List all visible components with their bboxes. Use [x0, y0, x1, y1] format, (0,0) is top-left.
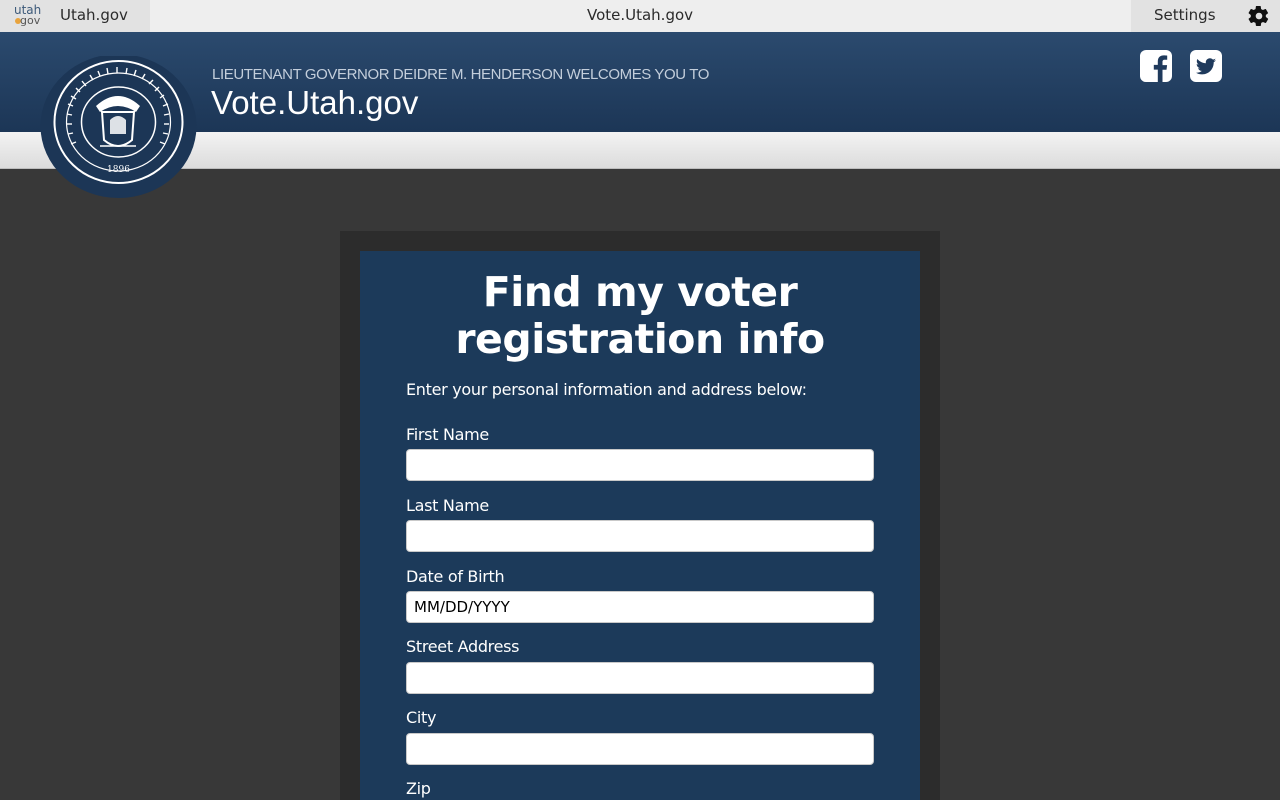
- voter-lookup-form: Find my voter registration info Enter yo…: [360, 251, 920, 800]
- last-name-field[interactable]: [406, 520, 874, 552]
- twitter-icon[interactable]: [1190, 50, 1222, 82]
- utah-state-seal-logo[interactable]: 1896: [40, 56, 197, 201]
- utah-gov-home-link[interactable]: utah gov Utah.gov: [0, 0, 150, 32]
- settings-button[interactable]: Settings: [1131, 0, 1280, 32]
- city-field[interactable]: [406, 733, 874, 765]
- logo-text-gov: gov: [20, 14, 41, 27]
- zip-label: Zip: [406, 779, 431, 798]
- city-label: City: [406, 708, 437, 727]
- date-of-birth-field[interactable]: [406, 591, 874, 623]
- form-intro: Enter your personal information and addr…: [406, 380, 807, 399]
- site-name: Vote.Utah.gov: [586, 6, 694, 24]
- facebook-icon[interactable]: [1140, 50, 1172, 82]
- street-address-label: Street Address: [406, 637, 520, 656]
- street-address-field[interactable]: [406, 662, 874, 694]
- settings-label: Settings: [1154, 6, 1216, 24]
- form-panel: Find my voter registration info Enter yo…: [340, 231, 940, 800]
- seal-year: 1896: [107, 165, 130, 175]
- top-utility-bar: utah gov Utah.gov Vote.Utah.gov Settings: [0, 0, 1280, 32]
- utah-gov-link[interactable]: Utah.gov: [60, 0, 128, 32]
- date-of-birth-label: Date of Birth: [406, 567, 505, 586]
- form-title: Find my voter registration info: [455, 268, 825, 363]
- header-site-title[interactable]: Vote.Utah.gov: [211, 84, 418, 122]
- utah-gov-logo: utah gov: [14, 4, 44, 28]
- last-name-label: Last Name: [406, 496, 489, 515]
- first-name-label: First Name: [406, 425, 489, 444]
- header-welcome-text: LIEUTENANT GOVERNOR DEIDRE M. HENDERSON …: [212, 66, 709, 83]
- gear-icon: [1248, 6, 1269, 26]
- first-name-field[interactable]: [406, 449, 874, 481]
